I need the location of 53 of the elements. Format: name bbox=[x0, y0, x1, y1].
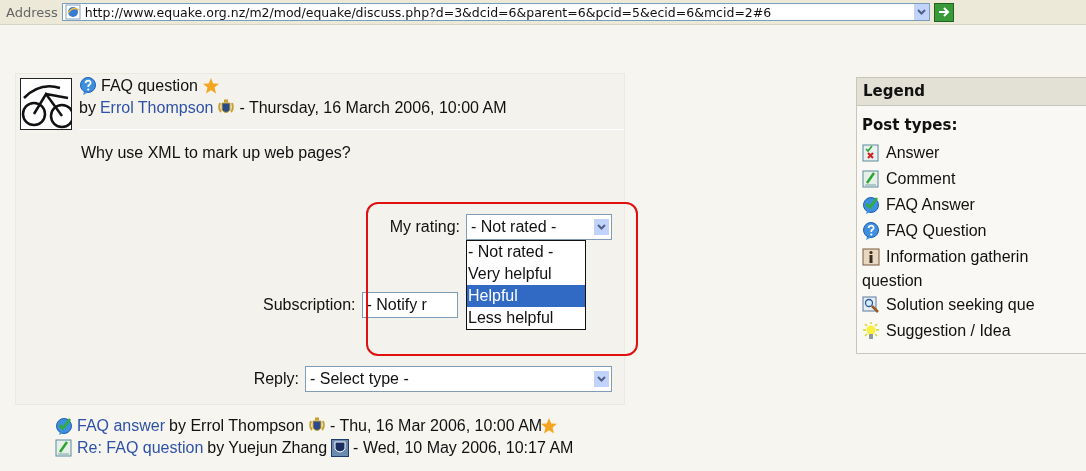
help-bubble-icon bbox=[862, 222, 880, 240]
note-pencil-icon bbox=[862, 170, 880, 188]
legend-label: FAQ Question bbox=[886, 222, 987, 240]
dropdown-option[interactable]: Helpful bbox=[467, 285, 585, 307]
legend-label: Suggestion / Idea bbox=[886, 322, 1011, 340]
reply-author: by Yuejun Zhang bbox=[207, 439, 328, 457]
note-pencil-icon bbox=[55, 439, 73, 457]
subscription-label: Subscription: bbox=[263, 296, 356, 314]
light-bulb-icon bbox=[862, 322, 880, 340]
go-button[interactable] bbox=[933, 2, 954, 22]
author-prefix: by bbox=[79, 99, 96, 117]
legend-title: Legend bbox=[857, 78, 1086, 106]
legend-label: Comment bbox=[886, 170, 956, 188]
reply-select[interactable]: - Select type - bbox=[305, 366, 612, 392]
reply-date: - Wed, 10 May 2006, 10:17 AM bbox=[353, 439, 574, 457]
post-date: - Thursday, 16 March 2006, 10:00 AM bbox=[239, 99, 507, 117]
dropdown-button[interactable] bbox=[913, 4, 929, 20]
arrow-right-icon bbox=[937, 6, 950, 18]
chevron-down-icon bbox=[597, 224, 606, 230]
legend-label: question bbox=[862, 271, 924, 291]
check-bubble-icon bbox=[862, 196, 880, 214]
page-globe-icon bbox=[64, 4, 81, 20]
post-body: Why use XML to mark up web pages? bbox=[80, 143, 352, 162]
reply-date: - Thu, 16 Mar 2006, 10:00 AM bbox=[329, 417, 543, 435]
address-label: Address bbox=[6, 4, 58, 20]
check-bubble-icon bbox=[55, 417, 73, 435]
chevron-down-icon bbox=[916, 9, 926, 15]
help-bubble-icon bbox=[79, 77, 97, 95]
subscription-select[interactable]: - Notify r bbox=[361, 292, 458, 318]
chevron-down-icon bbox=[597, 376, 606, 382]
dropdown-button[interactable] bbox=[594, 371, 609, 387]
dropdown-option[interactable]: Less helpful bbox=[467, 307, 585, 329]
document-magnifier-icon bbox=[862, 296, 880, 314]
author-link[interactable]: Errol Thompson bbox=[99, 99, 214, 117]
legend-heading: Post types: bbox=[862, 116, 959, 134]
reply-link[interactable]: FAQ answer bbox=[77, 417, 166, 435]
legend-label: Information gatherin bbox=[886, 248, 1029, 266]
reply-label: Reply: bbox=[253, 370, 299, 388]
avatar bbox=[20, 78, 72, 130]
shield-icon bbox=[331, 439, 350, 457]
dropdown-button[interactable] bbox=[594, 219, 609, 235]
info-icon bbox=[862, 248, 880, 266]
reply-author: by Errol Thompson bbox=[169, 417, 304, 435]
legend-label: FAQ Answer bbox=[886, 196, 975, 214]
post-title: FAQ question bbox=[101, 77, 198, 95]
address-field[interactable]: http://www.equake.org.nz/m2/mod/equake/discuss.php?d=3&dcid=6&parent=6&pcid=5&ecid=6&mcid=2#6 bbox=[61, 3, 930, 21]
legend-label: Answer bbox=[886, 144, 940, 162]
reply-link[interactable]: Re: FAQ question bbox=[77, 439, 204, 457]
dropdown-option[interactable]: - Not rated - bbox=[467, 241, 585, 263]
dropdown-option[interactable]: Very helpful bbox=[467, 263, 585, 285]
document-check-cross-icon bbox=[862, 144, 880, 162]
rating-label: My rating: bbox=[389, 218, 460, 236]
legend-label: Solution seeking que bbox=[886, 296, 1035, 314]
